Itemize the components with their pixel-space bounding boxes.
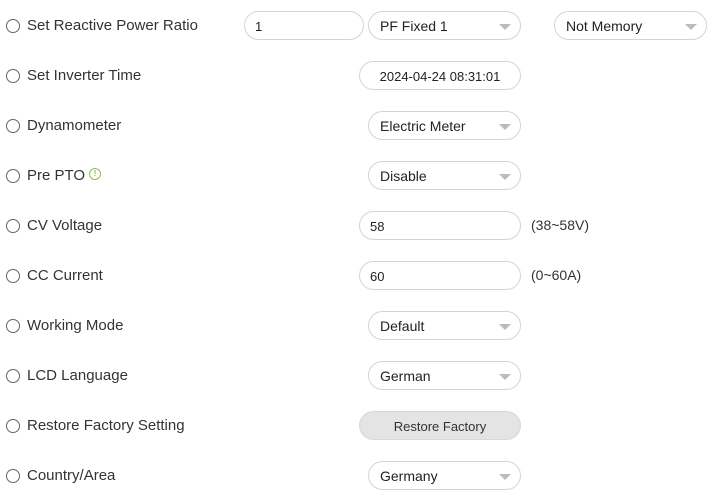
cv-voltage-value: 58 — [370, 219, 385, 234]
country-area-selected: Germany — [380, 468, 438, 484]
reactive-power-ratio-value: 1 — [255, 19, 263, 34]
row-country-area: Country/Area Germany — [0, 451, 719, 501]
label-inverter-time: Set Inverter Time — [27, 67, 142, 84]
label-country-area: Country/Area — [27, 467, 116, 484]
radio-country-area[interactable] — [6, 469, 20, 483]
cc-current-value: 60 — [370, 269, 385, 284]
label-restore-factory: Restore Factory Setting — [27, 417, 185, 434]
label-pre-pto-wrap: Pre PTO! — [27, 167, 102, 184]
pre-pto-select[interactable]: Disable — [368, 161, 521, 190]
radio-restore-factory[interactable] — [6, 419, 20, 433]
radio-cc-current[interactable] — [6, 269, 20, 283]
restore-factory-button-label: Restore Factory — [393, 419, 487, 434]
lcd-language-selected: German — [380, 368, 431, 384]
reactive-power-ratio-input[interactable]: 1 — [244, 11, 364, 40]
dynamometer-select[interactable]: Electric Meter — [368, 111, 521, 140]
radio-cv-voltage[interactable] — [6, 219, 20, 233]
lcd-language-select[interactable]: German — [368, 361, 521, 390]
chevron-down-icon — [685, 24, 697, 30]
radio-lcd-language[interactable] — [6, 369, 20, 383]
chevron-down-icon — [499, 24, 511, 30]
cc-current-range: (0~60A) — [531, 267, 582, 283]
radio-dynamometer[interactable] — [6, 119, 20, 133]
row-restore-factory: Restore Factory Setting Restore Factory — [0, 401, 719, 451]
label-lcd-language: LCD Language — [27, 367, 128, 384]
row-cv-voltage: CV Voltage 58 (38~58V) — [0, 201, 719, 251]
cv-voltage-range: (38~58V) — [531, 217, 589, 233]
row-lcd-language: LCD Language German — [0, 351, 719, 401]
label-working-mode: Working Mode — [27, 317, 124, 334]
inverter-time-input[interactable]: 2024-04-24 08:31:01 — [359, 61, 521, 90]
row-inverter-time: Set Inverter Time 2024-04-24 08:31:01 — [0, 51, 719, 101]
cv-voltage-input[interactable]: 58 — [359, 211, 521, 240]
inverter-time-value: 2024-04-24 08:31:01 — [379, 69, 501, 84]
chevron-down-icon — [499, 474, 511, 480]
memory-select[interactable]: Not Memory — [554, 11, 707, 40]
label-reactive-power: Set Reactive Power Ratio — [27, 17, 198, 34]
label-cv-voltage: CV Voltage — [27, 217, 103, 234]
working-mode-selected: Default — [380, 318, 425, 334]
restore-factory-button[interactable]: Restore Factory — [359, 411, 521, 440]
row-working-mode: Working Mode Default — [0, 301, 719, 351]
country-area-select[interactable]: Germany — [368, 461, 521, 490]
label-dynamometer: Dynamometer — [27, 117, 122, 134]
memory-selected: Not Memory — [566, 18, 643, 34]
info-icon[interactable]: ! — [89, 168, 102, 180]
row-reactive-power: Set Reactive Power Ratio 1 PF Fixed 1 No… — [0, 1, 719, 51]
radio-reactive-power[interactable] — [6, 19, 20, 33]
chevron-down-icon — [499, 324, 511, 330]
row-pre-pto: Pre PTO! Disable — [0, 151, 719, 201]
chevron-down-icon — [499, 174, 511, 180]
pf-mode-select[interactable]: PF Fixed 1 — [368, 11, 521, 40]
cc-current-input[interactable]: 60 — [359, 261, 521, 290]
row-cc-current: CC Current 60 (0~60A) — [0, 251, 719, 301]
row-dynamometer: Dynamometer Electric Meter — [0, 101, 719, 151]
pf-mode-selected: PF Fixed 1 — [380, 18, 448, 34]
dynamometer-selected: Electric Meter — [380, 118, 466, 134]
chevron-down-icon — [499, 124, 511, 130]
pre-pto-selected: Disable — [380, 168, 427, 184]
label-cc-current: CC Current — [27, 267, 103, 284]
radio-working-mode[interactable] — [6, 319, 20, 333]
working-mode-select[interactable]: Default — [368, 311, 521, 340]
chevron-down-icon — [499, 374, 511, 380]
radio-inverter-time[interactable] — [6, 69, 20, 83]
label-pre-pto: Pre PTO — [27, 167, 86, 184]
radio-pre-pto[interactable] — [6, 169, 20, 183]
